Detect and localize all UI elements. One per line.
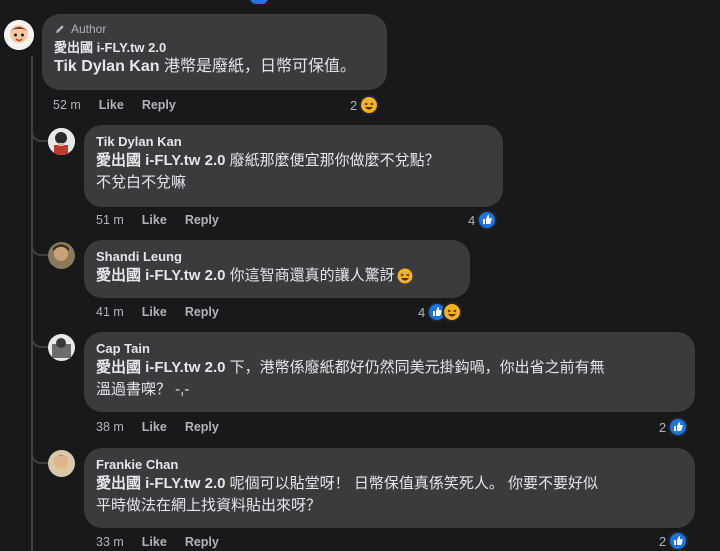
author-badge-label: Author	[71, 22, 107, 36]
reaction-count: 2	[659, 419, 667, 435]
comment-body: 你這智商還真的讓人驚訝	[229, 267, 395, 284]
like-button[interactable]: Like	[142, 535, 167, 549]
comment-bubble: Shandi Leung 愛出國 i-FLY.tw 2.0 你這智商還真的讓人驚…	[84, 240, 470, 298]
reaction-summary[interactable]: 4	[468, 210, 498, 230]
pencil-icon	[56, 25, 64, 33]
author-avatar[interactable]	[4, 20, 34, 50]
reply-button[interactable]: Reply	[185, 535, 219, 549]
mention-link[interactable]: 愛出國 i-FLY.tw 2.0	[96, 475, 225, 492]
mention-link[interactable]: Tik Dylan Kan	[54, 58, 160, 75]
like-button[interactable]: Like	[142, 213, 167, 227]
comment-text: Tik Dylan Kan 港幣是廢紙，日幣可保值。	[54, 56, 375, 78]
commenter-name[interactable]: Shandi Leung	[96, 248, 458, 265]
mention-link[interactable]: 愛出國 i-FLY.tw 2.0	[96, 359, 225, 376]
author-badge: Author	[54, 22, 375, 36]
comment-body: 下，港幣係廢紙都好仍然同美元掛鈎喎，你出省之前有無	[229, 359, 605, 376]
comment-actions: 33 m Like Reply	[96, 535, 219, 549]
reply-button[interactable]: Reply	[185, 305, 219, 319]
reply-button[interactable]: Reply	[142, 98, 176, 112]
commenter-name[interactable]: 愛出國 i-FLY.tw 2.0	[54, 39, 375, 56]
comment-body: 廢紙那麼便宜那你做麼不兌點？	[229, 152, 440, 169]
comment-time[interactable]: 52 m	[53, 98, 81, 112]
comment-bubble: Frankie Chan 愛出國 i-FLY.tw 2.0 呢個可以貼堂呀！ 日…	[84, 448, 695, 528]
reply-branch-line	[31, 238, 49, 256]
comment-actions: 38 m Like Reply	[96, 420, 219, 434]
reaction-summary[interactable]: 2	[659, 531, 689, 551]
like-button[interactable]: Like	[99, 98, 124, 112]
comment-bubble: Author 愛出國 i-FLY.tw 2.0 Tik Dylan Kan 港幣…	[42, 14, 387, 90]
reply-branch-line	[31, 446, 49, 464]
reaction-summary[interactable]: 2	[350, 95, 380, 115]
reply-button[interactable]: Reply	[185, 213, 219, 227]
comment-actions: 52 m Like Reply	[53, 98, 176, 112]
commenter-avatar[interactable]	[48, 450, 75, 477]
comment-text: 愛出國 i-FLY.tw 2.0 廢紙那麼便宜那你做麼不兌點？	[96, 150, 491, 172]
previous-comment-edge	[0, 0, 720, 6]
reaction-summary[interactable]: 2	[659, 417, 689, 437]
like-icon	[668, 531, 689, 551]
comment-body-line-2: 不兌白不兌嘛	[96, 174, 187, 191]
commenter-avatar[interactable]	[48, 128, 75, 155]
comment-body: 呢個可以貼堂呀！ 日幣保值真係笑死人。 你要不要好似	[229, 475, 598, 492]
comment-text: 愛出國 i-FLY.tw 2.0 你這智商還真的讓人驚訝	[96, 265, 458, 287]
haha-icon	[442, 302, 463, 322]
reaction-count: 2	[659, 533, 667, 549]
reply-branch-line	[31, 330, 49, 348]
comment-text: 愛出國 i-FLY.tw 2.0 下，港幣係廢紙都好仍然同美元掛鈎喎，你出省之前…	[96, 357, 683, 379]
reply-button[interactable]: Reply	[185, 420, 219, 434]
reaction-summary[interactable]: 4	[418, 302, 463, 322]
comment-bubble: Cap Tain 愛出國 i-FLY.tw 2.0 下，港幣係廢紙都好仍然同美元…	[84, 332, 695, 412]
comment-time[interactable]: 51 m	[96, 213, 124, 227]
commenter-avatar[interactable]	[48, 334, 75, 361]
like-button[interactable]: Like	[142, 420, 167, 434]
like-icon	[668, 417, 689, 437]
comment-actions: 41 m Like Reply	[96, 305, 219, 319]
laughing-emoji-icon	[397, 268, 413, 284]
comment-time[interactable]: 33 m	[96, 535, 124, 549]
like-icon	[250, 0, 268, 4]
comment-bubble: Tik Dylan Kan 愛出國 i-FLY.tw 2.0 廢紙那麼便宜那你做…	[84, 125, 503, 207]
comment-body-line-2: 平時做法在網上找資料貼出來呀？	[96, 497, 322, 514]
commenter-avatar[interactable]	[48, 242, 75, 269]
comment-body: 港幣是廢紙，日幣可保值。	[163, 58, 356, 75]
comment-time[interactable]: 38 m	[96, 420, 124, 434]
comment-body-line-2: 溫過書㗎？ -,-	[96, 381, 190, 398]
comment-actions: 51 m Like Reply	[96, 213, 219, 227]
commenter-name[interactable]: Cap Tain	[96, 340, 683, 357]
commenter-name[interactable]: Frankie Chan	[96, 456, 683, 473]
like-button[interactable]: Like	[142, 305, 167, 319]
like-icon	[477, 210, 498, 230]
reaction-count: 4	[468, 212, 476, 228]
reaction-count: 4	[418, 304, 426, 320]
commenter-name[interactable]: Tik Dylan Kan	[96, 133, 491, 150]
reply-branch-line	[31, 124, 49, 142]
mention-link[interactable]: 愛出國 i-FLY.tw 2.0	[96, 265, 225, 287]
comment-time[interactable]: 41 m	[96, 305, 124, 319]
mention-link[interactable]: 愛出國 i-FLY.tw 2.0	[96, 152, 225, 169]
comment-text: 愛出國 i-FLY.tw 2.0 呢個可以貼堂呀！ 日幣保值真係笑死人。 你要不…	[96, 473, 683, 495]
haha-icon	[359, 95, 380, 115]
reaction-count: 2	[350, 97, 358, 113]
